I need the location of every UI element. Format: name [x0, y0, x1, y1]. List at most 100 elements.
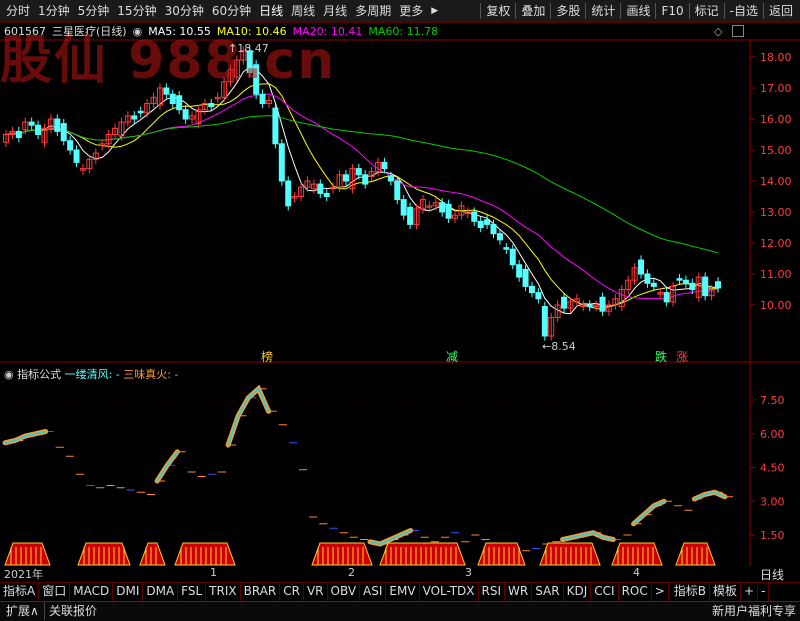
price-tick-label: 14.00	[760, 175, 792, 188]
indicator-tab-23[interactable]: +	[741, 583, 759, 601]
candle-body	[182, 109, 189, 120]
indicator-name[interactable]: 指标公式	[17, 368, 61, 381]
candle-body	[285, 180, 292, 207]
month-label-4: 4	[633, 566, 640, 579]
tab-monthly[interactable]: 月线	[319, 3, 351, 19]
tag-zhang: 涨	[676, 350, 689, 364]
candle-body	[439, 202, 446, 213]
tab-fenshi[interactable]: 分时	[2, 3, 34, 19]
more-arrow-icon[interactable]: ▶	[427, 3, 442, 19]
indicator-tab-19[interactable]: ROC	[619, 583, 652, 601]
promo-link[interactable]: 新用户福利专享	[708, 602, 800, 620]
candle-body	[317, 183, 324, 194]
candlesticks	[3, 46, 721, 341]
indicator-tab-2[interactable]: MACD	[70, 583, 114, 601]
tab-15min[interactable]: 15分钟	[113, 3, 160, 19]
ind-base-block	[379, 542, 466, 566]
f10-button[interactable]: F10	[655, 3, 688, 19]
tab-5min[interactable]: 5分钟	[74, 3, 114, 19]
candle-body	[471, 211, 478, 222]
indicator-settings-icon[interactable]: ◉	[4, 368, 14, 381]
ind-base-block	[139, 542, 166, 566]
overlay-button[interactable]: 叠加	[515, 3, 550, 19]
indicator-tab-15[interactable]: WR	[505, 583, 533, 601]
settings-circle-icon[interactable]: ◉	[133, 24, 143, 40]
chart-grid	[0, 39, 800, 566]
indicator-tab-8[interactable]: CR	[280, 583, 304, 601]
candle-body	[28, 121, 35, 126]
indicator-tab-6[interactable]: TRIX	[206, 583, 241, 601]
fuquan-button[interactable]: 复权	[480, 3, 515, 19]
indicator-tab-14[interactable]: RSI	[479, 583, 506, 601]
multi-stock-button[interactable]: 多股	[550, 3, 585, 19]
indicator-tab-4[interactable]: DMA	[143, 583, 179, 601]
indicator-tab-21[interactable]: 指标B	[671, 583, 711, 601]
tab-multi-period[interactable]: 多周期	[351, 3, 395, 19]
indicator-tab-12[interactable]: EMV	[386, 583, 420, 601]
expand-button[interactable]: 扩展∧	[2, 602, 43, 620]
candle-body	[599, 296, 606, 312]
candle-body	[477, 220, 484, 229]
candle-body	[176, 95, 183, 111]
candle-body	[496, 233, 503, 241]
indicator-tab-17[interactable]: KDJ	[564, 583, 592, 601]
ma20-line	[5, 93, 719, 300]
ind-curve-inner	[156, 450, 179, 482]
indicator-tab-3[interactable]: DMI	[113, 583, 144, 601]
indicator-tab-24[interactable]: -	[758, 583, 770, 601]
back-button[interactable]: 返回	[762, 3, 798, 19]
candle-body	[535, 292, 542, 300]
ma10-label: MA10: 10.46	[216, 25, 287, 38]
indicator-tab-0[interactable]: 指标A	[0, 583, 40, 601]
remove-watchlist-button[interactable]: -自选	[723, 3, 763, 19]
candle-body	[445, 203, 452, 219]
tab-daily[interactable]: 日线	[255, 3, 287, 19]
indicator-tab-7[interactable]: BRAR	[241, 583, 281, 601]
close-box-icon[interactable]	[732, 25, 744, 37]
candle-body	[407, 206, 414, 225]
candle-body	[60, 123, 67, 142]
diamond-icon[interactable]: ◇	[714, 25, 722, 38]
candle-body	[259, 93, 266, 104]
candle-body	[253, 64, 260, 95]
price-tick-label: 17.00	[760, 82, 792, 95]
ind-tick-label: 1.50	[760, 529, 785, 542]
indicator-tab-22[interactable]: 模板	[710, 583, 742, 601]
kline-chart[interactable]: 18.00 17.00 16.00 15.00 14.00 13.00 12.00 11.00…	[0, 22, 800, 566]
indicator-plot	[2, 384, 733, 566]
candle-body	[586, 304, 593, 308]
candle-body	[490, 223, 497, 235]
indicator-tab-20[interactable]: >	[652, 583, 669, 601]
ind-tick-label: 3.00	[760, 495, 785, 508]
tab-30min[interactable]: 30分钟	[161, 3, 208, 19]
indicator-tab-11[interactable]: ASI	[360, 583, 387, 601]
price-axis: 18.00 17.00 16.00 15.00 14.00 13.00 12.00 11.00…	[750, 51, 792, 542]
indicator-tab-5[interactable]: FSL	[178, 583, 207, 601]
indicator-line1: 一缕清风: -	[64, 368, 120, 381]
price-tick-label: 13.00	[760, 206, 792, 219]
stock-name: 三星医疗(日线)	[52, 25, 127, 38]
tab-1min[interactable]: 1分钟	[34, 3, 74, 19]
ma60-label: MA60: 11.78	[368, 25, 439, 38]
candle-body	[362, 174, 369, 185]
period-label[interactable]: 日线	[760, 566, 784, 583]
price-tick-label: 11.00	[760, 268, 792, 281]
candle-body	[387, 175, 394, 182]
candle-body	[131, 115, 138, 120]
tab-60min[interactable]: 60分钟	[208, 3, 255, 19]
related-quote-button[interactable]: 关联报价	[44, 602, 101, 620]
statistics-button[interactable]: 统计	[585, 3, 620, 19]
indicator-tab-9[interactable]: VR	[304, 583, 328, 601]
indicator-tab-16[interactable]: SAR	[532, 583, 564, 601]
candle-body	[169, 93, 176, 104]
mark-button[interactable]: 标记	[688, 3, 724, 19]
ind-curve-inner	[227, 387, 270, 446]
indicator-tab-10[interactable]: OBV	[328, 583, 361, 601]
draw-line-button[interactable]: 画线	[620, 3, 655, 19]
indicator-tab-13[interactable]: VOL-TDX	[420, 583, 479, 601]
indicator-tab-18[interactable]: CCI	[591, 583, 619, 601]
tab-more[interactable]: 更多	[395, 3, 427, 19]
indicator-tab-1[interactable]: 窗口	[39, 583, 71, 601]
candle-body	[272, 107, 279, 145]
tab-weekly[interactable]: 周线	[287, 3, 319, 19]
